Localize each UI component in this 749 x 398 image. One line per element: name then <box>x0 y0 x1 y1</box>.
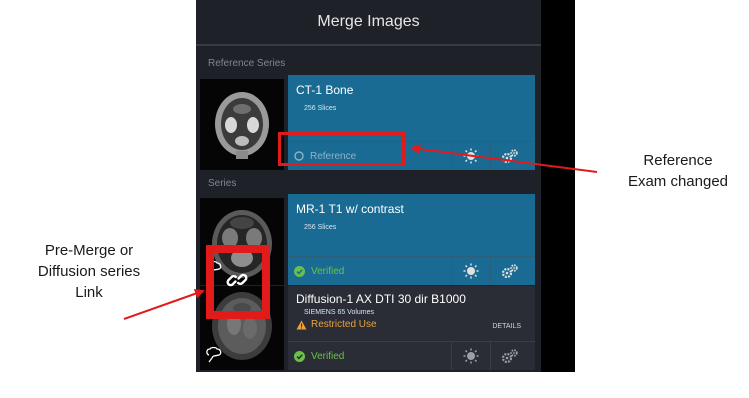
reference-arrow <box>410 144 598 173</box>
link-annotation-line2: Diffusion series <box>37 263 141 280</box>
reference-annotation-line2: Exam changed <box>627 173 729 190</box>
link-annotation-line3: Link <box>75 284 103 301</box>
annotation-arrows <box>123 144 598 320</box>
link-annotation-line1: Pre-Merge or <box>44 242 134 259</box>
reference-annotation: Reference Exam changed <box>610 150 746 192</box>
link-annotation: Pre-Merge or Diffusion series Link <box>4 240 174 303</box>
reference-annotation-line1: Reference <box>643 152 713 169</box>
